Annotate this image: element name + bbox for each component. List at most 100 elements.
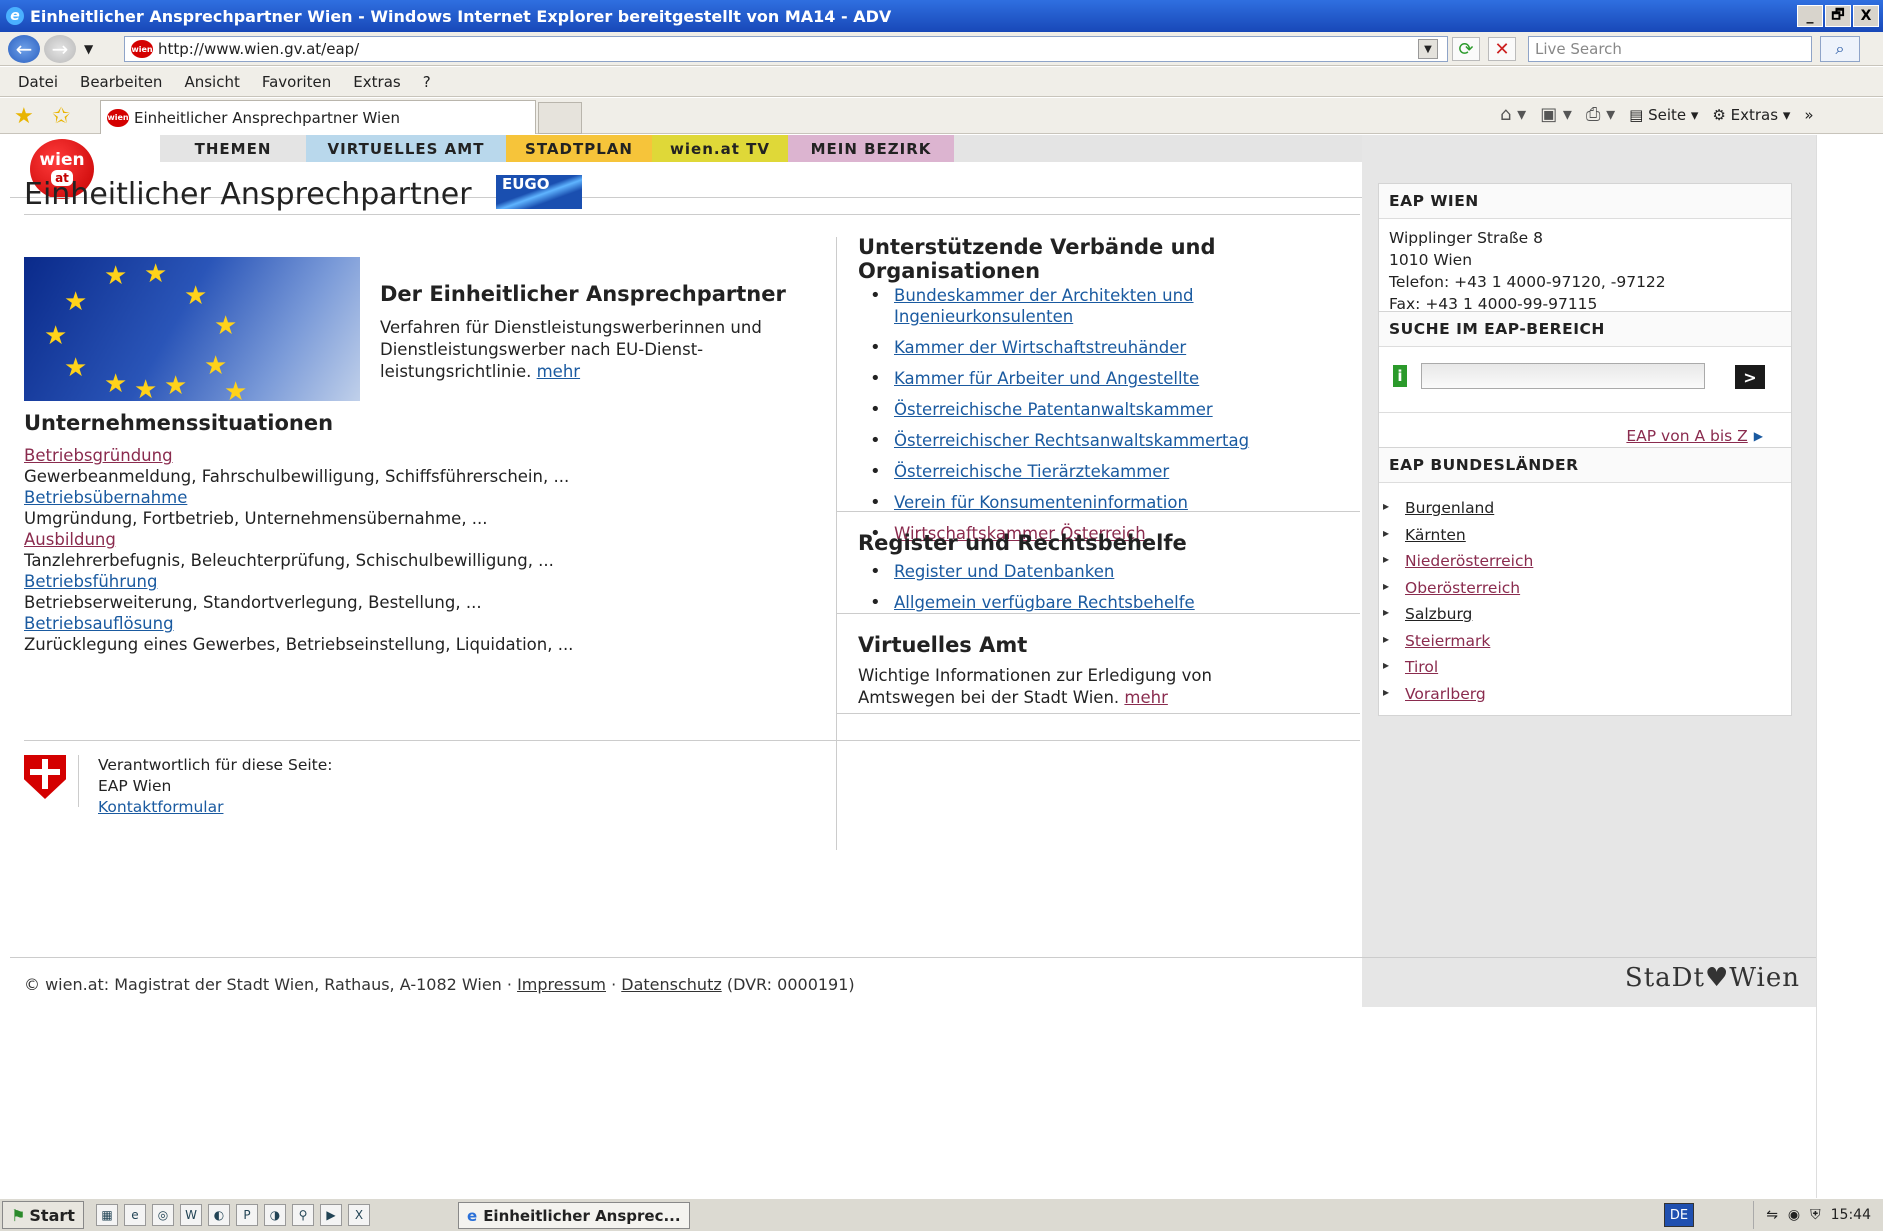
print-icon[interactable]: ⎙ ▾ [1586, 104, 1615, 125]
verband-link[interactable]: Österreichische Tierärztekammer [894, 462, 1169, 481]
situation-link-betriebsuebernahme[interactable]: Betriebsübernahme [24, 487, 488, 508]
excel-icon[interactable]: X [348, 1204, 370, 1226]
verbaende-list: Bundeskammer der Architekten und Ingenie… [858, 285, 1298, 554]
nav-mein-bezirk[interactable]: MEIN BEZIRK [788, 135, 954, 162]
responsible-block: Verantwortlich für diese Seite: EAP Wien… [98, 755, 333, 818]
bundesland-link[interactable]: Steiermark [1405, 632, 1490, 650]
bundesland-link[interactable]: Oberösterreich [1405, 579, 1520, 597]
favorites-star-icon[interactable]: ★ [14, 104, 34, 129]
bundesland-link[interactable]: Burgenland [1405, 499, 1494, 517]
verband-link[interactable]: Kammer der Wirtschaftstreuhänder [894, 338, 1186, 357]
add-favorite-icon[interactable]: ✩ [52, 104, 70, 129]
taskbar-task-label: Einheitlicher Ansprec... [483, 1206, 681, 1225]
media-icon[interactable]: ◐ [208, 1204, 230, 1226]
page-menu[interactable]: ▤ Seite ▾ [1629, 106, 1698, 124]
menu-bearbeiten[interactable]: Bearbeiten [80, 73, 162, 91]
list-item: Österreichischer Rechtsanwaltskammertag [858, 430, 1298, 451]
refresh-icon[interactable]: ⟳ [1452, 37, 1480, 61]
menu-ansicht[interactable]: Ansicht [184, 73, 239, 91]
nav-wien-at-tv[interactable]: wien.at TV [652, 135, 788, 162]
list-item: Allgemein verfügbare Rechtsbehelfe [858, 592, 1298, 613]
situation-link-betriebsaufloesung[interactable]: Betriebsauflösung [24, 613, 573, 634]
stop-icon[interactable]: ✕ [1488, 37, 1516, 61]
menu-help[interactable]: ? [423, 73, 431, 91]
verband-link[interactable]: Bundeskammer der Architekten und Ingenie… [894, 286, 1194, 326]
verband-link[interactable]: Österreichische Patentanwaltskammer [894, 400, 1213, 419]
situation-link-ausbildung[interactable]: Ausbildung [24, 529, 554, 550]
nav-themen[interactable]: THEMEN [160, 135, 306, 162]
player-icon[interactable]: ▶ [320, 1204, 342, 1226]
app-icon[interactable]: ◑ [264, 1204, 286, 1226]
show-desktop-icon[interactable]: ▦ [96, 1204, 118, 1226]
language-indicator[interactable]: DE [1664, 1203, 1694, 1227]
situation-desc: Zurücklegung eines Gewerbes, Betriebsein… [24, 635, 574, 654]
tab-favicon-icon: wien [107, 108, 129, 127]
word-icon[interactable]: W [180, 1204, 202, 1226]
outlook-icon[interactable]: ◎ [152, 1204, 174, 1226]
register-link[interactable]: Register und Datenbanken [894, 562, 1114, 581]
verband-link[interactable]: Kammer für Arbeiter und Angestellte [894, 369, 1199, 388]
address-toolbar: ← → ▼ wien http://www.wien.gv.at/eap/ ▼ … [0, 32, 1883, 66]
impressum-link[interactable]: Impressum [517, 975, 606, 994]
eap-atoz-link[interactable]: EAP von A bis Z [1626, 427, 1747, 445]
nav-virtuelles-amt[interactable]: VIRTUELLES AMT [306, 135, 506, 162]
close-button[interactable]: X [1853, 5, 1879, 27]
list-item: Vorarlberg [1379, 679, 1791, 708]
address-dropdown[interactable]: ▼ [1418, 39, 1438, 59]
url-text: http://www.wien.gv.at/eap/ [158, 40, 360, 58]
menu-favoriten[interactable]: Favoriten [262, 73, 331, 91]
stadt-wien-logo[interactable]: StaDt♥Wien [1625, 963, 1800, 993]
situation-link-betriebsfuehrung[interactable]: Betriebsführung [24, 571, 482, 592]
feeds-icon[interactable]: ▣ ▾ [1540, 104, 1572, 125]
maximize-button[interactable]: 🗗 [1825, 5, 1851, 27]
datenschutz-link[interactable]: Datenschutz [621, 975, 721, 994]
taskbar-ie-window[interactable]: e Einheitlicher Ansprec... [458, 1202, 690, 1229]
bundesland-link[interactable]: Vorarlberg [1405, 685, 1486, 703]
minimize-button[interactable]: _ [1797, 5, 1823, 27]
tab-eap-wien[interactable]: wien Einheitlicher Ansprechpartner Wien [100, 100, 536, 134]
tools-menu[interactable]: ⚙ Extras ▾ [1712, 106, 1790, 124]
back-button[interactable]: ← [8, 34, 40, 63]
eap-search-button[interactable]: > [1735, 365, 1765, 389]
search-desktop-icon[interactable]: ⚲ [292, 1204, 314, 1226]
new-tab-button[interactable] [538, 102, 582, 134]
recent-pages-dropdown[interactable]: ▼ [84, 42, 93, 56]
eap-search-input[interactable] [1421, 363, 1705, 389]
verband-link[interactable]: Verein für Konsumenteninformation [894, 493, 1188, 512]
list-item: Tirol [1379, 652, 1791, 681]
tray-app-icon[interactable]: ◉ [1788, 1207, 1800, 1223]
list-item: Register und Datenbanken [858, 561, 1298, 582]
ie-launch-icon[interactable]: e [124, 1204, 146, 1226]
bundesland-link[interactable]: Kärnten [1405, 526, 1466, 544]
situation-link-betriebsgruendung[interactable]: Betriebsgründung [24, 445, 569, 466]
bundesland-link[interactable]: Tirol [1405, 658, 1438, 676]
powerpoint-icon[interactable]: P [236, 1204, 258, 1226]
list-item: Österreichische Patentanwaltskammer [858, 399, 1298, 420]
menu-extras[interactable]: Extras [353, 73, 400, 91]
title-divider [24, 214, 1360, 215]
bundesland-link[interactable]: Niederösterreich [1405, 552, 1533, 570]
info-icon[interactable]: i [1393, 365, 1407, 387]
situation-item: Betriebsführung Betriebserweiterung, Sta… [24, 571, 482, 613]
live-search-input[interactable]: Live Search [1528, 36, 1812, 62]
verband-link[interactable]: Österreichischer Rechtsanwaltskammertag [894, 431, 1249, 450]
chevron-more-icon[interactable]: » [1804, 106, 1813, 124]
search-icon[interactable]: ⌕ [1820, 36, 1860, 62]
home-icon[interactable]: ⌂ ▾ [1500, 104, 1526, 125]
virtuelles-amt-more-link[interactable]: mehr [1124, 688, 1167, 707]
start-button[interactable]: ⚑ Start [2, 1201, 84, 1229]
window-title: Einheitlicher Ansprechpartner Wien - Win… [30, 6, 892, 26]
forward-button[interactable]: → [44, 34, 76, 63]
address-input[interactable]: wien http://www.wien.gv.at/eap/ [124, 36, 1448, 62]
tray-network-icon[interactable]: ⇋ [1766, 1207, 1778, 1223]
bundeslaender-list: Burgenland Kärnten Niederösterreich Ober… [1379, 483, 1791, 715]
rechtsbehelfe-link[interactable]: Allgemein verfügbare Rechtsbehelfe [894, 593, 1195, 612]
tray-shield-icon[interactable]: ⛨ [1810, 1207, 1821, 1223]
situation-item: Ausbildung Tanzlehrerbefugnis, Beleuchte… [24, 529, 554, 571]
contact-form-link[interactable]: Kontaktformular [98, 798, 223, 816]
intro-more-link[interactable]: mehr [537, 362, 580, 381]
menu-datei[interactable]: Datei [18, 73, 58, 91]
nav-stadtplan[interactable]: STADTPLAN [506, 135, 652, 162]
scrollbar[interactable] [1816, 135, 1883, 1198]
bundesland-link[interactable]: Salzburg [1405, 605, 1472, 623]
